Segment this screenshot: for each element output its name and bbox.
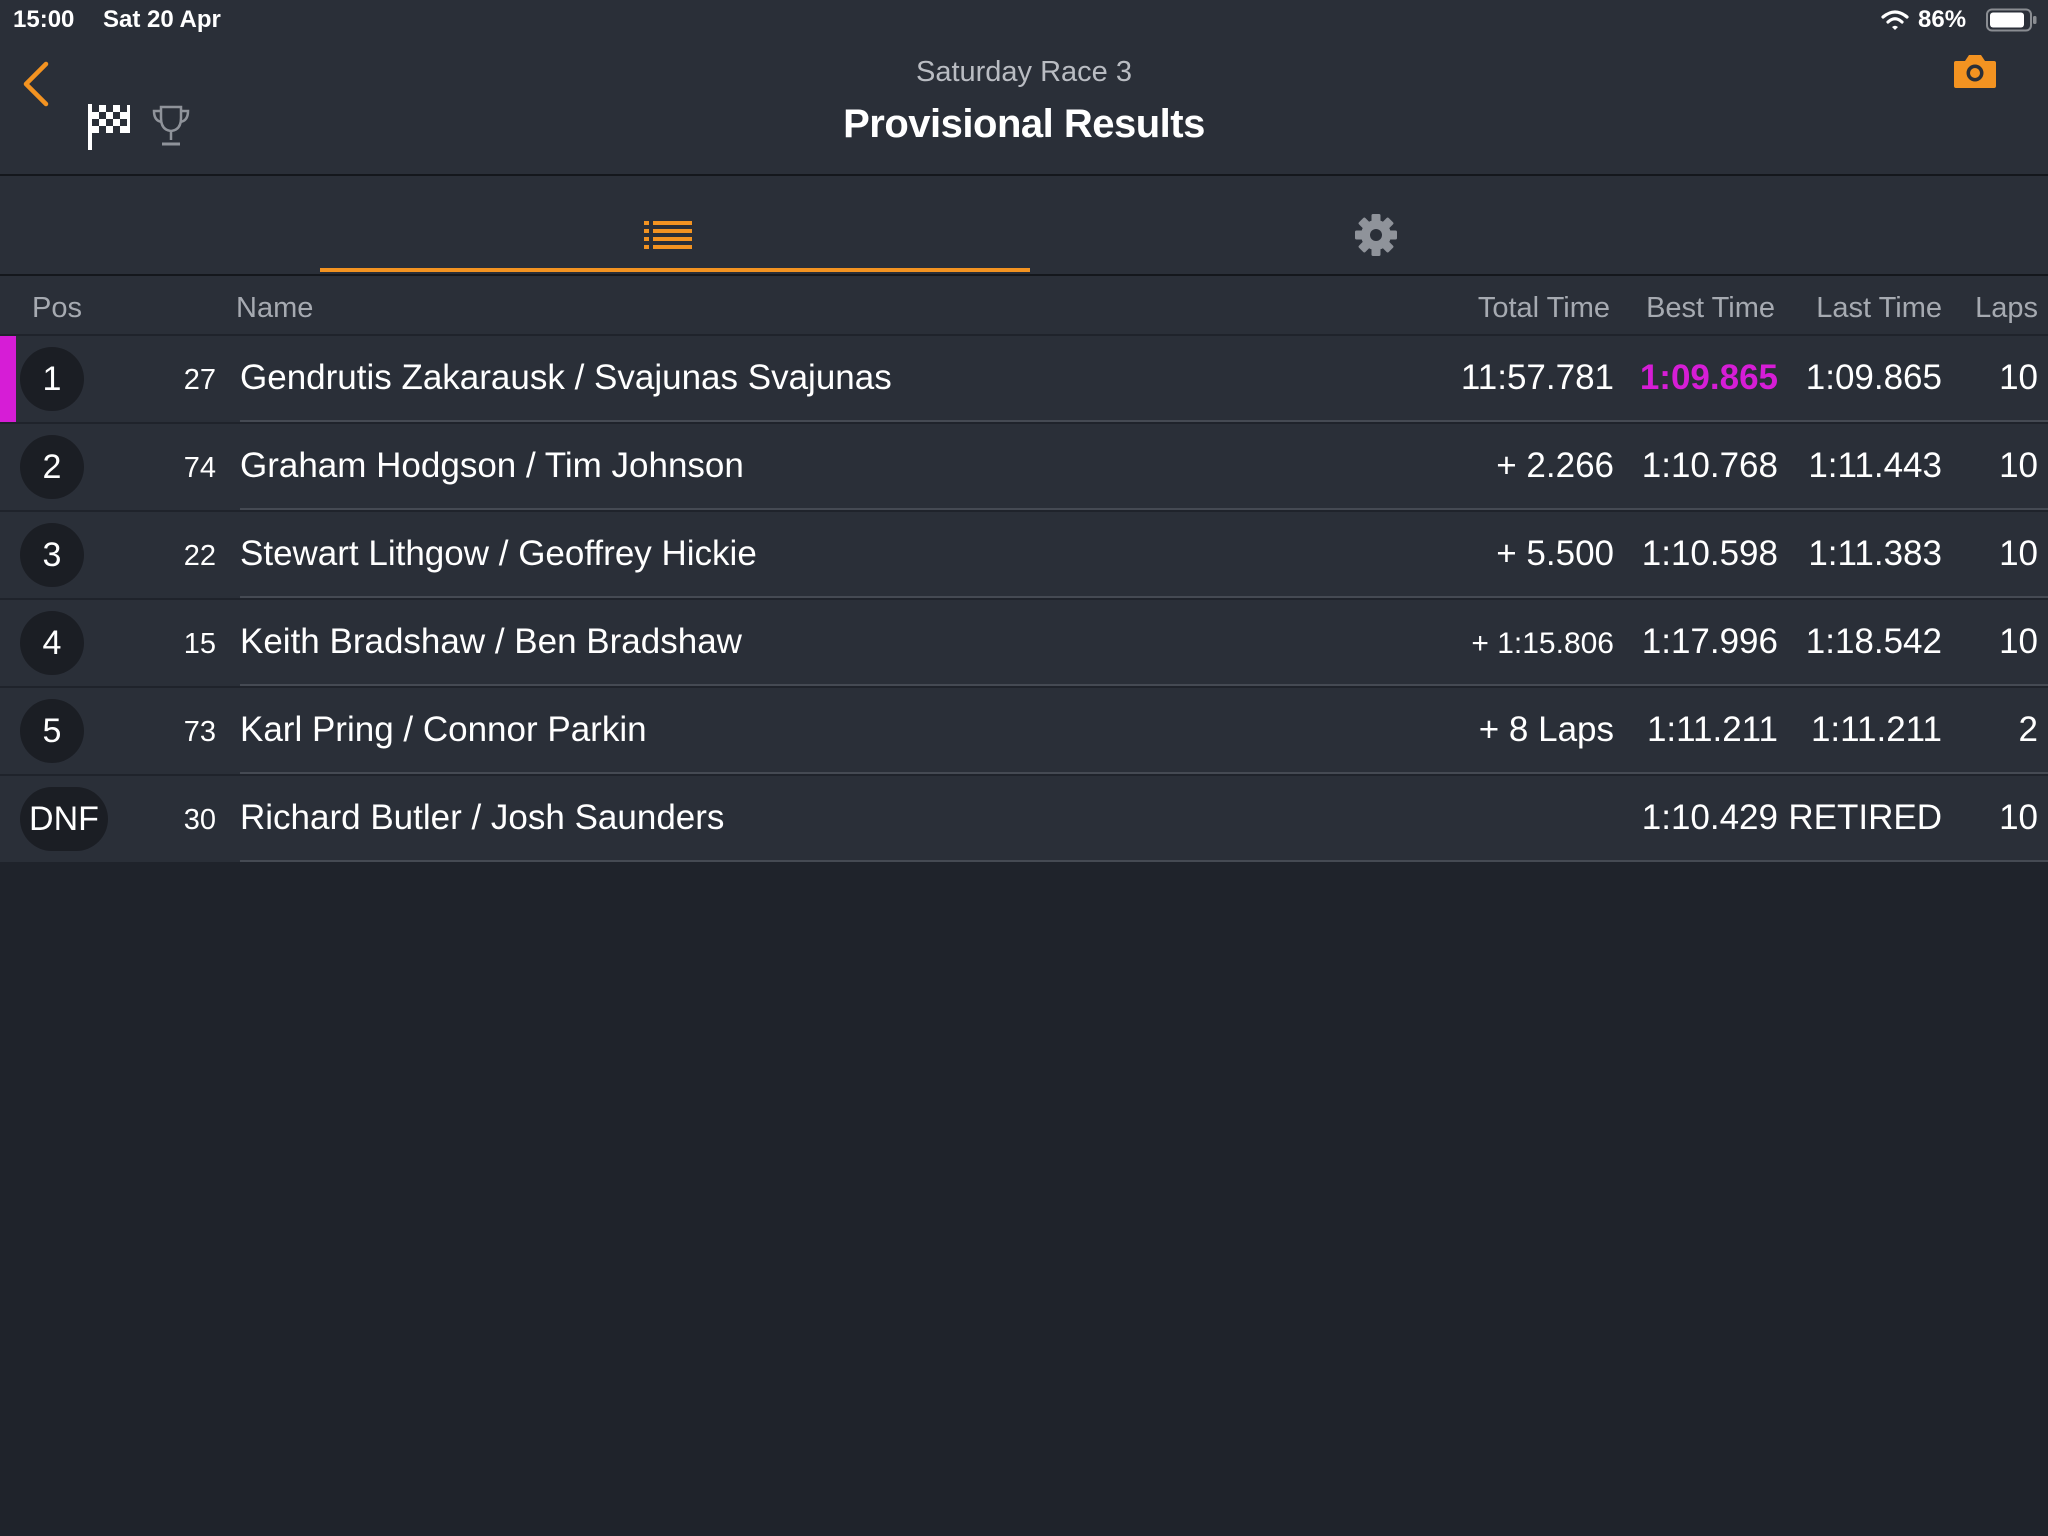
position-badge: 1	[20, 347, 84, 411]
car-number: 15	[183, 628, 216, 660]
driver-names: Graham Hodgson / Tim Johnson	[240, 446, 744, 485]
car-number: 74	[183, 452, 216, 484]
column-header-best-time[interactable]: Best Time	[1620, 292, 1775, 325]
column-header-last-time[interactable]: Last Time	[1786, 292, 1942, 325]
laps: 10	[1999, 534, 2038, 573]
list-icon	[644, 221, 692, 249]
battery-percentage: 86%	[1918, 6, 1967, 33]
laps: 10	[1999, 358, 2038, 397]
column-header-total-time[interactable]: Total Time	[1460, 292, 1610, 325]
header: 15:00 Sat 20 Apr 86% Saturday Race 3 Pro…	[0, 0, 2048, 174]
laps: 2	[2018, 710, 2038, 749]
wifi-icon	[1881, 10, 1909, 30]
row-divider	[240, 596, 2048, 598]
row-divider	[240, 860, 2048, 862]
car-number: 22	[183, 540, 216, 572]
position-badge: 4	[20, 611, 84, 675]
position-badge: 3	[20, 523, 84, 587]
position-badge: 5	[20, 699, 84, 763]
driver-names: Richard Butler / Josh Saunders	[240, 798, 725, 837]
car-number: 30	[183, 804, 216, 836]
tab-settings[interactable]	[1022, 176, 1732, 274]
last-time: 1:11.443	[1808, 446, 1942, 485]
column-header-name[interactable]: Name	[236, 292, 313, 325]
camera-icon[interactable]	[1952, 52, 1998, 90]
result-row[interactable]: 4 15 Keith Bradshaw / Ben Bradshaw + 1:1…	[0, 600, 2048, 686]
driver-names: Keith Bradshaw / Ben Bradshaw	[240, 622, 742, 661]
position-badge: 2	[20, 435, 84, 499]
active-tab-indicator	[320, 268, 1030, 272]
best-time: 1:10.429	[1641, 798, 1778, 837]
tab-results-list[interactable]	[320, 176, 1030, 274]
gear-icon	[1355, 214, 1397, 256]
car-number: 27	[183, 364, 216, 396]
last-time: 1:11.383	[1808, 534, 1942, 573]
result-row[interactable]: 3 22 Stewart Lithgow / Geoffrey Hickie +…	[0, 512, 2048, 598]
laps: 10	[1999, 446, 2038, 485]
result-row[interactable]: DNF 30 Richard Butler / Josh Saunders 1:…	[0, 776, 2048, 862]
best-time: 1:10.768	[1641, 446, 1778, 485]
result-row[interactable]: 1 27 Gendrutis Zakarausk / Svajunas Svaj…	[0, 336, 2048, 422]
position-badge: DNF	[20, 787, 108, 851]
column-header-pos[interactable]: Pos	[32, 292, 82, 325]
result-row[interactable]: 5 73 Karl Pring / Connor Parkin + 8 Laps…	[0, 688, 2048, 774]
laps: 10	[1999, 798, 2038, 837]
status-date: Sat 20 Apr	[103, 6, 221, 33]
last-time: 1:18.542	[1805, 622, 1942, 661]
row-divider	[240, 772, 2048, 774]
best-time: 1:09.865	[1639, 358, 1778, 397]
battery-icon	[1986, 8, 2037, 32]
last-time: RETIRED	[1788, 798, 1942, 837]
row-divider	[240, 508, 2048, 510]
total-time: + 5.500	[1496, 534, 1614, 573]
total-time: 11:57.781	[1460, 358, 1614, 397]
last-time: 1:09.865	[1805, 358, 1942, 397]
last-time: 1:11.211	[1810, 710, 1942, 749]
total-time: + 1:15.806	[1471, 627, 1614, 660]
page-subtitle: Saturday Race 3	[915, 56, 1132, 88]
row-divider	[240, 684, 2048, 686]
best-time: 1:10.598	[1641, 534, 1778, 573]
total-time: + 8 Laps	[1478, 710, 1614, 749]
total-time: + 2.266	[1496, 446, 1614, 485]
driver-names: Karl Pring / Connor Parkin	[240, 710, 647, 749]
fastest-lap-indicator	[0, 336, 16, 422]
best-time: 1:17.996	[1641, 622, 1778, 661]
best-time: 1:11.211	[1646, 710, 1778, 749]
result-row[interactable]: 2 74 Graham Hodgson / Tim Johnson + 2.26…	[0, 424, 2048, 510]
row-divider	[240, 420, 2048, 422]
driver-names: Stewart Lithgow / Geoffrey Hickie	[240, 534, 757, 573]
status-time: 15:00	[13, 6, 75, 33]
laps: 10	[1999, 622, 2038, 661]
driver-names: Gendrutis Zakarausk / Svajunas Svajunas	[240, 358, 892, 397]
column-header-laps[interactable]: Laps	[1950, 292, 2038, 325]
results-column-header: Pos Name Total Time Best Time Last Time …	[0, 276, 2048, 334]
car-number: 73	[183, 716, 216, 748]
page-title: Provisional Results	[843, 102, 1205, 146]
